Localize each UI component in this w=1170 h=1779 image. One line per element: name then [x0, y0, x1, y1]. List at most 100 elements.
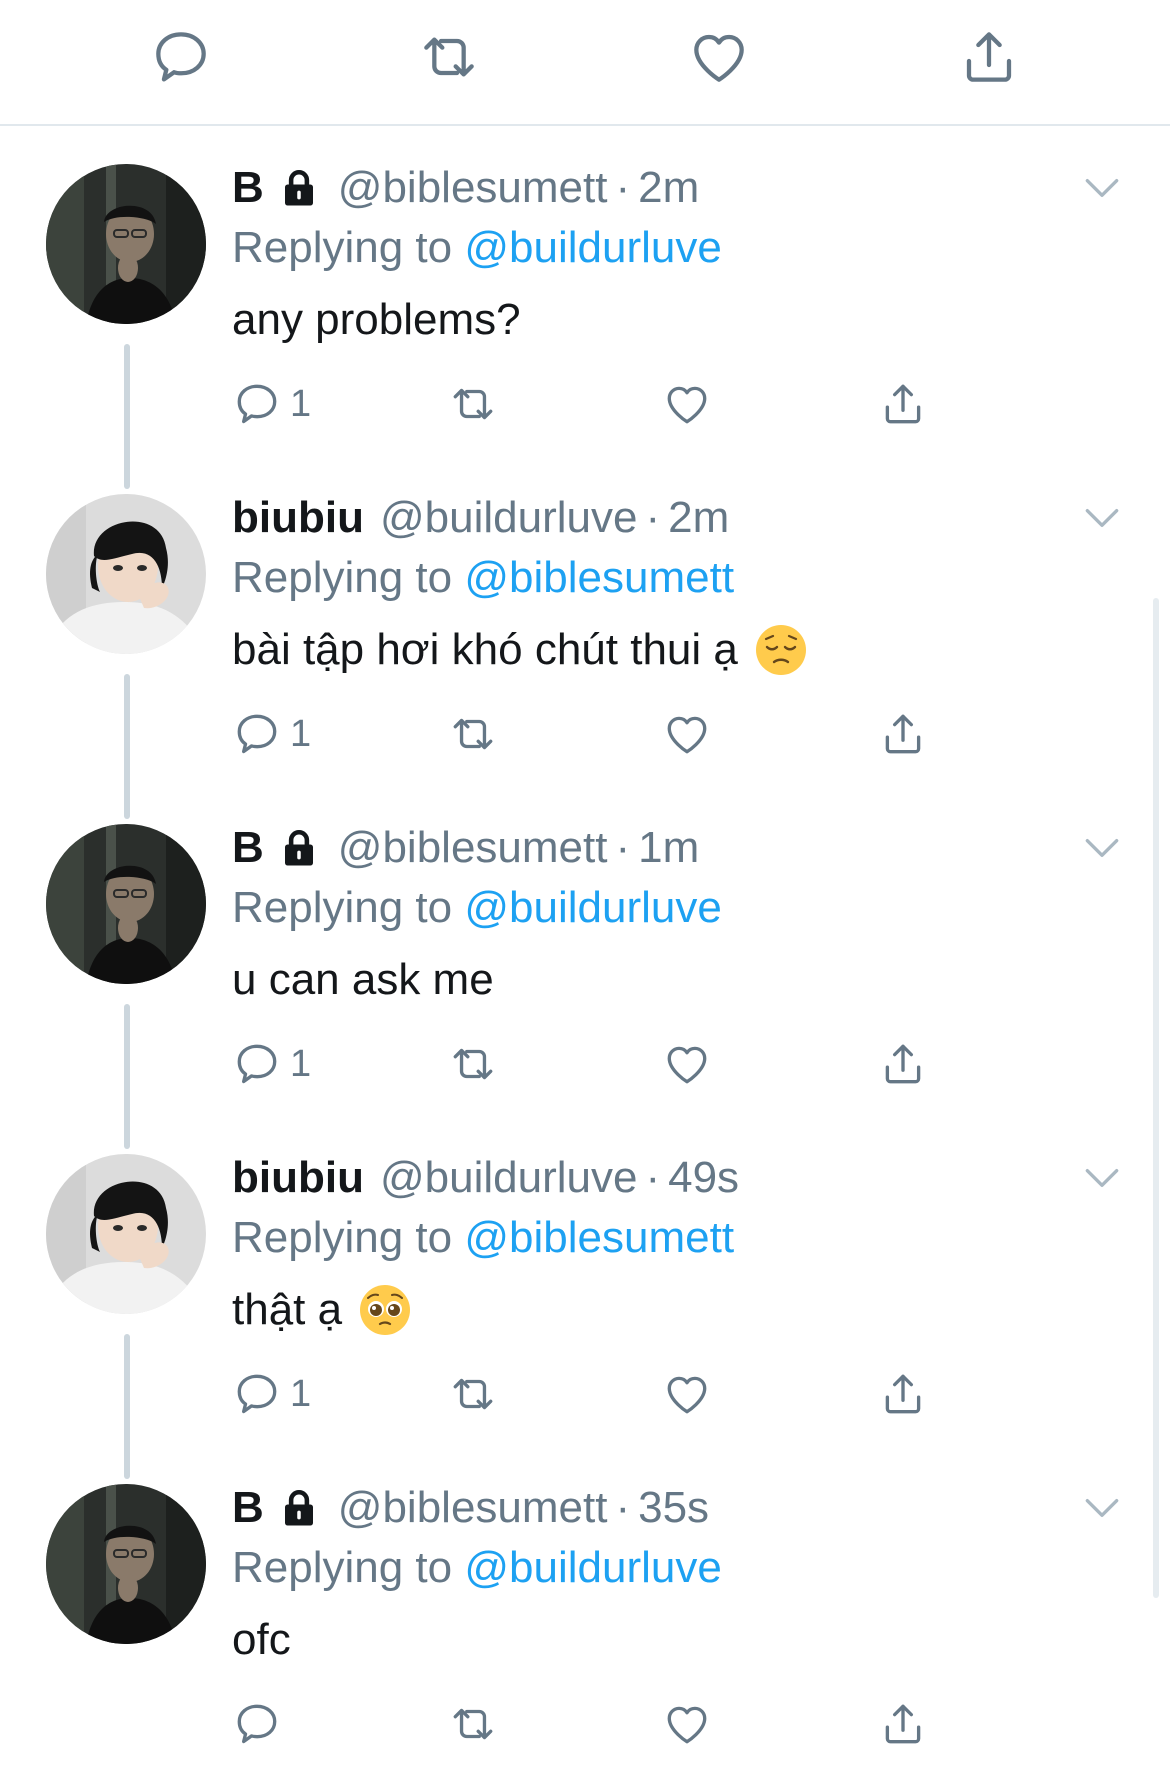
tweet-text-content: any problems?	[232, 295, 521, 344]
tweet-actions	[232, 1694, 952, 1754]
like-button[interactable]	[662, 704, 712, 764]
chevron-down-icon[interactable]	[1080, 826, 1124, 870]
display-name[interactable]: biubiu	[232, 488, 364, 548]
retweet-icon	[448, 1369, 498, 1419]
handle[interactable]: @buildurluve	[380, 488, 637, 548]
separator-dot: ·	[645, 1153, 661, 1202]
like-icon	[662, 1369, 712, 1419]
tweet-actions: 1	[232, 1034, 952, 1094]
tweet-header: B @biblesumett · 1m	[232, 818, 699, 878]
chevron-down-icon[interactable]	[1080, 1486, 1124, 1530]
replying-to-handle[interactable]: @biblesumett	[464, 1213, 734, 1262]
like-button[interactable]	[662, 1034, 712, 1094]
avatar[interactable]	[46, 494, 206, 654]
tweet[interactable]: B @biblesumett · 1m Replying to @buildur…	[0, 796, 1170, 1149]
display-name[interactable]: B	[232, 158, 264, 218]
retweet-button[interactable]	[448, 1034, 498, 1094]
timestamp[interactable]: 1m	[638, 818, 699, 878]
share-icon	[878, 1369, 928, 1419]
timestamp[interactable]: 2m	[668, 488, 729, 548]
replying-to-handle[interactable]: @buildurluve	[464, 883, 721, 932]
separator-dot: ·	[615, 823, 631, 872]
tweet-actions: 1	[232, 1364, 952, 1424]
like-icon	[662, 379, 712, 429]
reply-button[interactable]	[146, 22, 216, 92]
share-button[interactable]	[954, 22, 1024, 92]
share-button[interactable]	[878, 1694, 928, 1754]
reply-button[interactable]: 1	[232, 374, 311, 434]
tweet-text-content: u can ask me	[232, 955, 494, 1004]
like-button[interactable]	[662, 1694, 712, 1754]
handle[interactable]: @biblesumett	[338, 818, 608, 878]
replying-to-handle[interactable]: @biblesumett	[464, 553, 734, 602]
tweet-text-content: bài tập hơi khó chút thui ạ	[232, 625, 738, 674]
like-icon	[662, 1699, 712, 1749]
handle[interactable]: @biblesumett	[338, 1478, 608, 1538]
replying-to-label: Replying to	[232, 1213, 453, 1262]
tweet-actions: 1	[232, 374, 952, 434]
reply-count: 1	[290, 1372, 312, 1415]
like-button[interactable]	[684, 22, 754, 92]
timestamp[interactable]: 49s	[668, 1148, 739, 1208]
handle[interactable]: @biblesumett	[338, 158, 608, 218]
retweet-button[interactable]	[448, 1364, 498, 1424]
chevron-down-icon[interactable]	[1080, 1156, 1124, 1200]
lock-icon	[278, 826, 320, 870]
avatar[interactable]	[46, 824, 206, 984]
like-button[interactable]	[662, 374, 712, 434]
tweet[interactable]: B @biblesumett · 2m Replying to @buildur…	[0, 136, 1170, 489]
reply-button[interactable]: 1	[232, 1034, 311, 1094]
replying-to-handle[interactable]: @buildurluve	[464, 1543, 721, 1592]
retweet-button[interactable]	[414, 22, 484, 92]
share-button[interactable]	[878, 704, 928, 764]
tweet[interactable]: biubiu @buildurluve · 49s Replying to @b…	[0, 1126, 1170, 1479]
tweet-header: B @biblesumett · 35s	[232, 1478, 709, 1538]
tweet-header: B @biblesumett · 2m	[232, 158, 699, 218]
reply-count: 1	[290, 382, 312, 425]
reply-icon	[232, 709, 282, 759]
share-icon	[878, 1039, 928, 1089]
reply-button[interactable]: 1	[232, 1364, 311, 1424]
share-button[interactable]	[878, 1364, 928, 1424]
share-button[interactable]	[878, 1034, 928, 1094]
like-icon	[662, 709, 712, 759]
chevron-down-icon[interactable]	[1080, 496, 1124, 540]
reply-icon	[232, 1699, 282, 1749]
lock-icon	[278, 166, 320, 210]
chevron-down-icon[interactable]	[1080, 166, 1124, 210]
pensive-face-emoji	[754, 623, 808, 677]
avatar[interactable]	[46, 164, 206, 324]
avatar[interactable]	[46, 1484, 206, 1644]
tweet-actions: 1	[232, 704, 952, 764]
display-name[interactable]: biubiu	[232, 1148, 364, 1208]
retweet-button[interactable]	[448, 704, 498, 764]
reply-icon	[232, 1369, 282, 1419]
tweet[interactable]: biubiu @buildurluve · 2m Replying to @bi…	[0, 466, 1170, 819]
reply-button[interactable]: 1	[232, 704, 311, 764]
display-name[interactable]: B	[232, 818, 264, 878]
display-name[interactable]: B	[232, 1478, 264, 1538]
tweet-header: biubiu @buildurluve · 2m	[232, 488, 729, 548]
reply-icon	[232, 379, 282, 429]
share-icon	[878, 709, 928, 759]
tweet[interactable]: B @biblesumett · 35s Replying to @buildu…	[0, 1456, 1170, 1779]
replying-to: Replying to @buildurluve	[232, 218, 722, 278]
reply-count: 1	[290, 712, 312, 755]
tweet-text: thật ạ	[232, 1280, 412, 1340]
retweet-button[interactable]	[448, 1694, 498, 1754]
replying-to-label: Replying to	[232, 1543, 453, 1592]
retweet-icon	[448, 1039, 498, 1089]
pleading-face-emoji	[358, 1283, 412, 1337]
share-icon	[878, 379, 928, 429]
like-button[interactable]	[662, 1364, 712, 1424]
retweet-button[interactable]	[448, 374, 498, 434]
reply-button[interactable]	[232, 1694, 282, 1754]
timestamp[interactable]: 2m	[638, 158, 699, 218]
handle[interactable]: @buildurluve	[380, 1148, 637, 1208]
share-button[interactable]	[878, 374, 928, 434]
timestamp[interactable]: 35s	[638, 1478, 709, 1538]
replying-to-handle[interactable]: @buildurluve	[464, 223, 721, 272]
avatar[interactable]	[46, 1154, 206, 1314]
replying-to-label: Replying to	[232, 223, 453, 272]
lock-icon	[278, 1486, 320, 1530]
